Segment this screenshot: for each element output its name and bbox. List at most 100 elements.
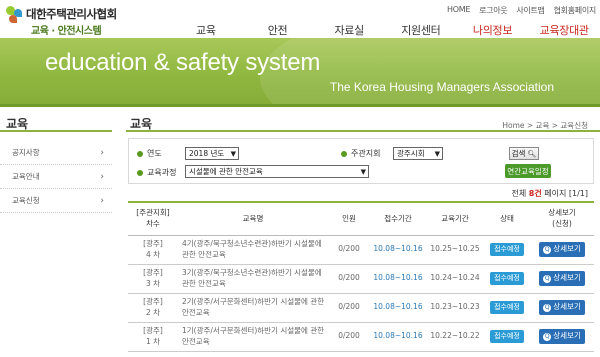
sidebar-divider — [0, 130, 112, 132]
chevron-right-icon: › — [100, 147, 104, 158]
cell-registration-period: 10.08~10.16 — [370, 235, 426, 265]
sidebar-menu: 공지사항 › 교육안내 › 교육신청 › — [0, 141, 112, 213]
nav-item-safety[interactable]: 안전 — [242, 22, 314, 38]
result-count: 8건 — [528, 189, 542, 198]
col-header-capacity: 인원 — [328, 201, 370, 236]
cell-capacity: 0/200 — [328, 264, 370, 294]
search-icon: 🔍︎ — [527, 149, 537, 158]
cell-round: [광주] 2 차 — [128, 293, 178, 323]
chevron-right-icon: › — [100, 171, 104, 182]
year-label: 연도 — [137, 148, 162, 159]
detail-button[interactable]: Q 상세보기 — [539, 242, 585, 257]
chevron-down-icon: ▼ — [230, 149, 236, 158]
nav-item-education[interactable]: 교육 — [170, 22, 242, 38]
cell-course-name[interactable]: 3기(광주/북구청소년수련관)하반기 시설물에 관한 안전교육 — [178, 264, 328, 294]
util-link-association-home[interactable]: 협회홈페이지 — [554, 5, 597, 16]
banner-title: education & safety system — [45, 49, 321, 76]
content-divider — [126, 130, 600, 132]
search-icon: Q — [543, 303, 552, 312]
table-row: [광주] 1 차 1기(광주/서구문화센터)하반기 시설물에 관한 안전교육 0/… — [128, 322, 594, 352]
sidebar-item-label: 교육안내 — [12, 172, 40, 181]
chevron-right-icon: › — [100, 195, 104, 206]
page-indicator: [1/1] — [568, 189, 588, 198]
util-link-logout[interactable]: 로그아웃 — [479, 5, 508, 16]
cell-course-name[interactable]: 1기(광주/서구문화센터)하반기 시설물에 관한 안전교육 — [178, 322, 328, 352]
table-row: [광주] 4 차 4기(광주/북구청소년수련관)하반기 시설물에 관한 안전교육 … — [128, 235, 594, 265]
host-branch-label: 주관지회 — [341, 148, 380, 159]
cell-round: [광주] 3 차 — [128, 264, 178, 294]
cell-detail: Q 상세보기 — [530, 235, 594, 265]
course-select[interactable]: 시설물에 관한 안전교육 ▼ — [185, 165, 369, 178]
cell-round: [광주] 4 차 — [128, 235, 178, 265]
cell-capacity: 0/200 — [328, 293, 370, 323]
status-badge: 접수예정 — [490, 300, 524, 315]
hero-banner: education & safety system The Korea Hous… — [0, 38, 600, 104]
col-header-registration-period: 접수기간 — [370, 201, 426, 236]
table-header-row: [주관지회] 차수 교육명 인원 접수기간 교육기간 상태 상세보기 (신청) — [128, 201, 594, 236]
sidebar-item-label: 교육신청 — [12, 196, 40, 205]
main-nav: 교육 안전 자료실 지원센터 나의정보 교육장대관 — [170, 22, 600, 38]
site-logo[interactable]: 대한주택관리사협회 — [4, 4, 117, 24]
col-header-course-name: 교육명 — [178, 201, 328, 236]
top-header: 대한주택관리사협회 교육 · 안전시스템 HOME 로그아웃 사이트맵 협회홈페… — [0, 0, 600, 38]
banner-subtitle: The Korea Housing Managers Association — [329, 80, 554, 94]
bullet-icon — [137, 169, 143, 176]
nav-item-support-center[interactable]: 지원센터 — [385, 22, 457, 38]
host-branch-select[interactable]: 광주시회 ▼ — [393, 147, 443, 160]
cell-registration-period: 10.08~10.16 — [370, 322, 426, 352]
cell-capacity: 0/200 — [328, 235, 370, 265]
cell-registration-period: 10.08~10.16 — [370, 264, 426, 294]
cell-education-period: 10.25~10.25 — [426, 235, 484, 265]
col-header-education-period: 교육기간 — [426, 201, 484, 236]
cell-course-name[interactable]: 4기(광주/북구청소년수련관)하반기 시설물에 관한 안전교육 — [178, 235, 328, 265]
chevron-down-icon: ▼ — [434, 149, 440, 158]
course-table: [주관지회] 차수 교육명 인원 접수기간 교육기간 상태 상세보기 (신청) [광… — [128, 201, 594, 352]
nav-item-venue-rental[interactable]: 교육장대관 — [528, 22, 600, 38]
chevron-down-icon: ▼ — [360, 167, 366, 176]
cell-registration-period: 10.08~10.16 — [370, 293, 426, 323]
nav-item-resources[interactable]: 자료실 — [313, 22, 385, 38]
status-badge: 접수예정 — [490, 242, 524, 257]
table-row: [광주] 2 차 2기(광주/서구문화센터)하반기 시설물에 관한 안전교육 0/… — [128, 293, 594, 323]
logo-title: 대한주택관리사협회 — [26, 7, 117, 21]
search-icon: Q — [543, 332, 552, 341]
table-row: [광주] 3 차 3기(광주/북구청소년수련관)하반기 시설물에 관한 안전교육 … — [128, 264, 594, 294]
cell-education-period: 10.23~10.23 — [426, 293, 484, 323]
logo-subtitle[interactable]: 교육 · 안전시스템 — [31, 22, 102, 37]
sidebar-item-education-guide[interactable]: 교육안내 › — [0, 165, 112, 189]
yearly-schedule-button[interactable]: 연간교육일정 — [505, 164, 551, 178]
sidebar-item-label: 공지사항 — [12, 148, 40, 157]
status-badge: 접수예정 — [490, 329, 524, 344]
bullet-icon — [341, 150, 347, 157]
course-label: 교육과정 — [137, 167, 176, 178]
search-filter-box: 연도 2018 년도 ▼ 주관지회 광주시회 ▼ 교육과정 시설물에 관한 안전… — [128, 138, 594, 184]
result-summary: 전체 8건 페이지 [1/1] — [511, 189, 588, 198]
nav-item-my-info[interactable]: 나의정보 — [457, 22, 529, 38]
utility-nav: HOME 로그아웃 사이트맵 협회홈페이지 — [438, 5, 596, 16]
cell-status: 접수예정 — [484, 322, 530, 352]
search-button[interactable]: 검색 🔍︎ — [509, 147, 539, 160]
cell-education-period: 10.24~10.24 — [426, 264, 484, 294]
cell-education-period: 10.22~10.22 — [426, 322, 484, 352]
util-link-sitemap[interactable]: 사이트맵 — [516, 5, 545, 16]
cell-detail: Q 상세보기 — [530, 264, 594, 294]
cell-course-name[interactable]: 2기(광주/서구문화센터)하반기 시설물에 관한 안전교육 — [178, 293, 328, 323]
cell-detail: Q 상세보기 — [530, 293, 594, 323]
detail-button[interactable]: Q 상세보기 — [539, 300, 585, 315]
cell-status: 접수예정 — [484, 264, 530, 294]
col-header-round: [주관지회] 차수 — [128, 201, 178, 236]
cell-capacity: 0/200 — [328, 322, 370, 352]
col-header-status: 상태 — [484, 201, 530, 236]
status-badge: 접수예정 — [490, 271, 524, 286]
detail-button[interactable]: Q 상세보기 — [539, 329, 585, 344]
cell-detail: Q 상세보기 — [530, 322, 594, 352]
search-icon: Q — [543, 274, 552, 283]
cell-round: [광주] 1 차 — [128, 322, 178, 352]
year-select[interactable]: 2018 년도 ▼ — [185, 147, 239, 160]
bullet-icon — [137, 150, 143, 157]
util-link-home[interactable]: HOME — [447, 5, 470, 16]
cell-status: 접수예정 — [484, 293, 530, 323]
detail-button[interactable]: Q 상세보기 — [539, 271, 585, 286]
sidebar-item-education-apply[interactable]: 교육신청 › — [0, 189, 112, 213]
sidebar-item-notices[interactable]: 공지사항 › — [0, 141, 112, 165]
